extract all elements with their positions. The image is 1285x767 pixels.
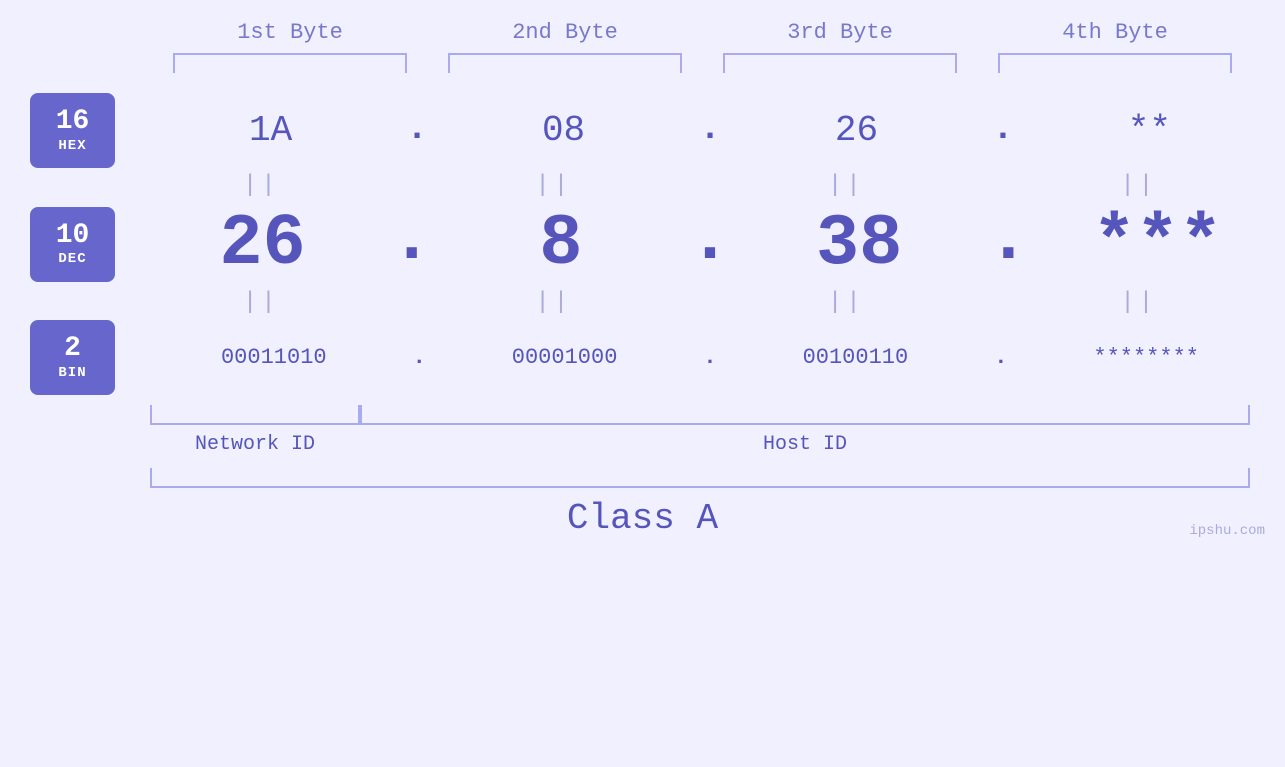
dec-dot2: . <box>688 203 731 285</box>
hex-row: 16 HEX 1A . 08 . 26 . ** <box>0 93 1285 168</box>
dec-byte3: 38 <box>732 203 987 285</box>
bracket-line-1 <box>173 53 407 73</box>
bin-badge-number: 2 <box>64 334 81 365</box>
eq1-3: || <box>700 172 993 199</box>
bin-byte2: 00001000 <box>426 345 704 370</box>
network-id-label: Network ID <box>150 433 360 456</box>
main-container: 1st Byte 2nd Byte 3rd Byte 4th Byte 16 H… <box>0 0 1285 767</box>
eq1-4: || <box>993 172 1285 199</box>
dec-badge: 10 DEC <box>30 207 115 282</box>
eq2-1: || <box>115 289 408 316</box>
bracket-cell-3 <box>703 53 978 73</box>
byte2-header: 2nd Byte <box>428 20 703 45</box>
equals-row-1: || || || || <box>0 172 1285 199</box>
bottom-section: Network ID Host ID Class A ipshu.com <box>0 405 1285 549</box>
bracket-cell-2 <box>428 53 703 73</box>
dec-values: 26 . 8 . 38 . *** <box>135 203 1285 285</box>
hex-badge-number: 16 <box>56 107 90 138</box>
byte3-header: 3rd Byte <box>703 20 978 45</box>
bin-dot3: . <box>994 347 1007 369</box>
dec-byte4: *** <box>1030 203 1285 285</box>
hex-byte4: ** <box>1014 110 1285 151</box>
dec-badge-label: DEC <box>58 251 86 267</box>
dec-row: 10 DEC 26 . 8 . 38 . *** <box>0 203 1285 285</box>
eq2-3: || <box>700 289 993 316</box>
eq2-4: || <box>993 289 1285 316</box>
equals-row-2: || || || || <box>0 289 1285 316</box>
dec-byte1: 26 <box>135 203 390 285</box>
hex-badge-label: HEX <box>58 138 86 154</box>
bin-byte4: ******** <box>1007 345 1285 370</box>
big-bracket <box>150 468 1250 488</box>
bracket-line-2 <box>448 53 682 73</box>
hex-byte3: 26 <box>721 110 992 151</box>
bin-byte3: 00100110 <box>717 345 995 370</box>
dec-dot3: . <box>987 203 1030 285</box>
eq2-2: || <box>408 289 701 316</box>
bottom-brackets <box>150 405 1250 425</box>
top-brackets <box>153 53 1253 73</box>
hex-dot2: . <box>699 111 721 151</box>
bracket-cell-1 <box>153 53 428 73</box>
host-id-label: Host ID <box>360 433 1250 456</box>
byte-headers-row: 1st Byte 2nd Byte 3rd Byte 4th Byte <box>153 20 1253 45</box>
bin-badge-label: BIN <box>58 365 86 381</box>
dec-badge-number: 10 <box>56 221 90 252</box>
dec-byte2: 8 <box>433 203 688 285</box>
bracket-cell-4 <box>978 53 1253 73</box>
hex-dot3: . <box>992 111 1014 151</box>
bracket-line-3 <box>723 53 957 73</box>
bin-values: 00011010 . 00001000 . 00100110 . *******… <box>135 345 1285 370</box>
hex-byte1: 1A <box>135 110 406 151</box>
dec-dot1: . <box>390 203 433 285</box>
class-label: Class A <box>0 498 1285 549</box>
byte1-header: 1st Byte <box>153 20 428 45</box>
bin-dot1: . <box>413 347 426 369</box>
watermark: ipshu.com <box>1189 523 1265 539</box>
hex-badge: 16 HEX <box>30 93 115 168</box>
eq1-1: || <box>115 172 408 199</box>
bracket-line-4 <box>998 53 1232 73</box>
hex-values: 1A . 08 . 26 . ** <box>135 110 1285 151</box>
hex-dot1: . <box>406 111 428 151</box>
bin-dot2: . <box>703 347 716 369</box>
network-bracket <box>150 405 360 425</box>
host-bracket <box>360 405 1250 425</box>
hex-byte2: 08 <box>428 110 699 151</box>
eq1-2: || <box>408 172 701 199</box>
id-labels: Network ID Host ID <box>150 433 1250 456</box>
bin-byte1: 00011010 <box>135 345 413 370</box>
byte4-header: 4th Byte <box>978 20 1253 45</box>
bin-row: 2 BIN 00011010 . 00001000 . 00100110 . *… <box>0 320 1285 395</box>
bin-badge: 2 BIN <box>30 320 115 395</box>
